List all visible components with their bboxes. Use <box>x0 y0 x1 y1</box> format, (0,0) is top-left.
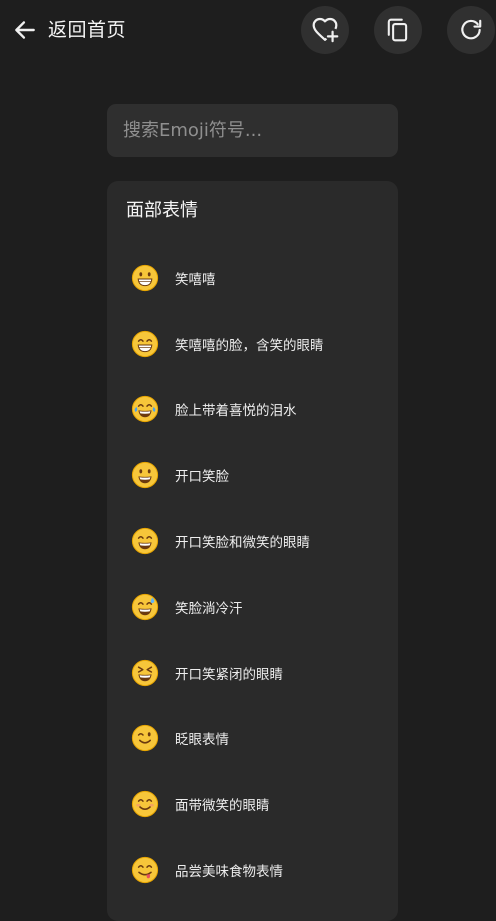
emoji-item[interactable]: 开口笑脸和微笑的眼睛 <box>107 508 398 574</box>
emoji-list: 笑嘻嘻笑嘻嘻的脸，含笑的眼睛 脸上带着喜悦的泪水 开口笑脸开口笑脸和微笑的眼睛 笑脸淌… <box>107 245 398 903</box>
back-button[interactable] <box>10 14 40 46</box>
emoji-name: 开口笑脸和微笑的眼睛 <box>175 535 310 552</box>
emoji-item[interactable]: 开口笑紧闭的眼睛 <box>107 640 398 706</box>
emoji-name: 笑嘻嘻 <box>175 271 216 288</box>
copy-button[interactable] <box>374 6 422 54</box>
refresh-button[interactable] <box>447 6 495 54</box>
emoji-item[interactable]: 品尝美味食物表情 <box>107 837 398 903</box>
emoji-tears-icon <box>129 393 161 425</box>
emoji-item[interactable]: 面带微笑的眼睛 <box>107 771 398 837</box>
copy-icon <box>387 18 408 42</box>
emoji-item[interactable]: 脸上带着喜悦的泪水 <box>107 377 398 443</box>
refresh-icon <box>461 19 482 40</box>
emoji-item[interactable]: 开口笑脸 <box>107 442 398 508</box>
category-title: 面部表情 <box>126 200 198 221</box>
emoji-wink-icon <box>129 722 161 754</box>
emoji-name: 面带微笑的眼睛 <box>175 798 270 815</box>
emoji-name: 笑嘻嘻的脸，含笑的眼睛 <box>175 337 324 354</box>
search-input[interactable] <box>107 104 398 157</box>
emoji-item[interactable]: 笑脸淌冷汗 <box>107 574 398 640</box>
emoji-item[interactable]: 眨眼表情 <box>107 706 398 772</box>
emoji-item[interactable]: 笑嘻嘻的脸，含笑的眼睛 <box>107 311 398 377</box>
emoji-sweat-icon <box>129 591 161 623</box>
emoji-name: 脸上带着喜悦的泪水 <box>175 403 297 420</box>
heart-plus-icon <box>312 17 339 43</box>
emoji-name: 品尝美味食物表情 <box>175 864 283 881</box>
emoji-squint-icon <box>129 657 161 689</box>
emoji-smile-icon <box>129 525 161 557</box>
emoji-grin-icon <box>129 262 161 294</box>
emoji-item[interactable]: 笑嘻嘻 <box>107 245 398 311</box>
emoji-category-panel: 面部表情 笑嘻嘻笑嘻嘻的脸，含笑的眼睛 脸上带着喜悦的泪水 开口笑脸开口笑脸和微笑的… <box>107 181 398 921</box>
back-label[interactable]: 返回首页 <box>48 17 126 43</box>
emoji-name: 笑脸淌冷汗 <box>175 600 243 617</box>
emoji-name: 开口笑脸 <box>175 469 229 486</box>
emoji-beam-icon <box>129 328 161 360</box>
top-bar: 返回首页 <box>0 0 496 60</box>
emoji-name: 眨眼表情 <box>175 732 229 749</box>
emoji-blush-icon <box>129 788 161 820</box>
emoji-name: 开口笑紧闭的眼睛 <box>175 666 283 683</box>
emoji-yum-icon <box>129 854 161 886</box>
add-favorite-button[interactable] <box>301 6 349 54</box>
arrow-left-icon <box>15 21 35 39</box>
emoji-smiley-icon <box>129 459 161 491</box>
